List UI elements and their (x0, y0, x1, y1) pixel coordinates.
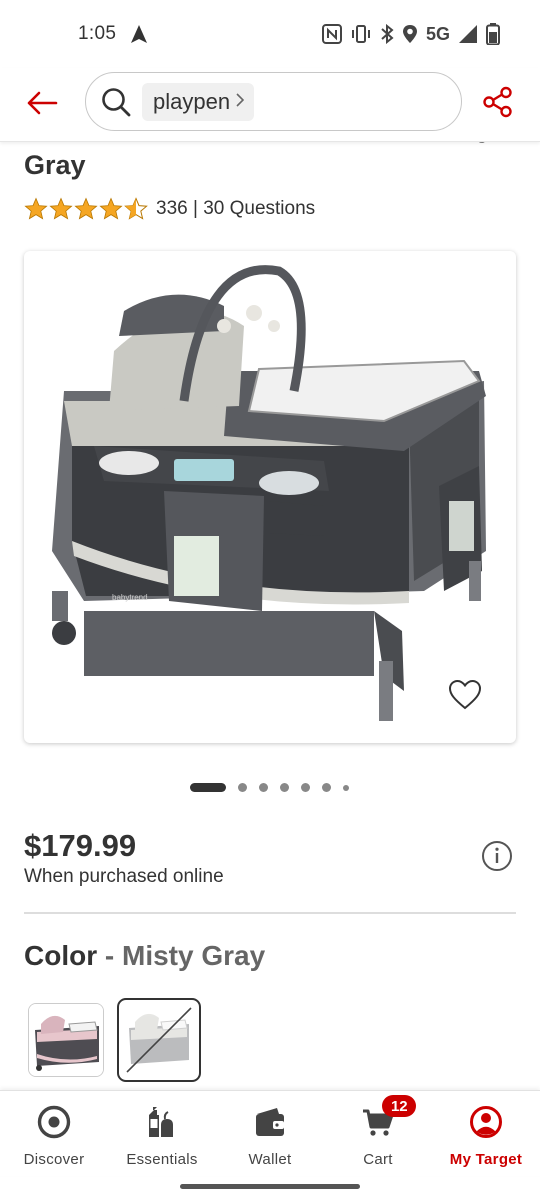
target-bullseye-icon (37, 1105, 71, 1139)
rating-stars (24, 197, 148, 221)
star-full-icon (24, 197, 48, 220)
carousel-dot-active[interactable] (190, 783, 226, 792)
product-price: $179.99 (24, 828, 137, 863)
price-note: When purchased online (24, 866, 224, 887)
search-query-text: playpen (153, 88, 231, 114)
status-indicators: 5G (321, 23, 500, 45)
status-bar: 1:05 5G (0, 0, 540, 68)
nav-my-target[interactable]: My Target (432, 1091, 540, 1176)
essentials-icon (145, 1105, 179, 1139)
status-time: 1:05 (78, 23, 117, 44)
share-icon (483, 86, 512, 118)
nav-label: Discover (23, 1151, 85, 1168)
carousel-dot[interactable] (280, 783, 289, 792)
color-label: Color (24, 940, 98, 971)
search-input[interactable]: playpen (85, 72, 462, 131)
carousel-dot[interactable] (238, 783, 247, 792)
carousel-dot[interactable] (343, 784, 349, 791)
carousel-dot[interactable] (301, 783, 310, 792)
swatch-image-unavailable (123, 1004, 195, 1076)
star-half-icon (124, 197, 148, 220)
nav-label: Essentials (126, 1151, 198, 1168)
product-image: babytrend (52, 265, 486, 721)
search-header: playpen (0, 68, 540, 142)
color-swatch-pink-gray[interactable] (28, 1003, 104, 1077)
cart-badge: 12 (382, 1095, 417, 1117)
svg-text:babytrend: babytrend (112, 593, 148, 602)
share-button[interactable] (482, 86, 514, 118)
home-indicator[interactable] (180, 1184, 360, 1189)
star-full-icon (99, 197, 123, 220)
heart-icon (448, 679, 482, 710)
nav-discover[interactable]: Discover (0, 1091, 108, 1176)
price-info-button[interactable] (481, 840, 513, 872)
bluetooth-icon (380, 24, 394, 44)
color-heading: Color - Misty Gray (24, 940, 265, 972)
network-type: 5G (425, 23, 450, 44)
wallet-icon (253, 1105, 287, 1139)
color-separator: - (97, 940, 122, 971)
section-divider (24, 912, 516, 914)
rating-row[interactable]: 336 | 30 Questions (24, 197, 315, 221)
star-full-icon (49, 197, 73, 220)
nav-label: My Target (449, 1151, 523, 1168)
nav-wallet[interactable]: Wallet (216, 1091, 324, 1176)
info-icon (482, 841, 512, 871)
product-title: Gray (24, 150, 86, 180)
signal-icon (458, 24, 478, 44)
nav-label: Wallet (248, 1151, 292, 1168)
account-icon (469, 1105, 503, 1139)
back-button[interactable] (24, 88, 60, 118)
search-icon (100, 86, 132, 118)
nav-cart[interactable]: 12 Cart (324, 1091, 432, 1176)
nav-label: Cart (363, 1151, 393, 1168)
carousel-dot[interactable] (322, 783, 331, 792)
location-icon (402, 24, 418, 44)
vibrate-icon (350, 24, 372, 44)
bottom-navigation: Discover Essentials Wallet 12 Cart My Ta… (0, 1090, 540, 1176)
carousel-dot[interactable] (259, 783, 268, 792)
carousel-indicator (190, 783, 349, 792)
swatch-image (29, 1004, 103, 1076)
search-query-chip[interactable]: playpen (142, 82, 255, 121)
navigation-arrow-icon (130, 24, 148, 44)
chevron-right-icon (236, 91, 245, 112)
battery-icon (486, 23, 500, 45)
rating-count-questions: 336 | 30 Questions (156, 198, 316, 219)
back-arrow-icon (27, 91, 58, 115)
nfc-icon (321, 24, 342, 44)
color-swatch-misty-gray[interactable] (117, 998, 201, 1082)
product-image-carousel[interactable]: babytrend (24, 251, 516, 743)
nav-essentials[interactable]: Essentials (108, 1091, 216, 1176)
favorite-button[interactable] (448, 679, 482, 711)
color-value: Misty Gray (122, 940, 266, 971)
star-full-icon (74, 197, 98, 220)
